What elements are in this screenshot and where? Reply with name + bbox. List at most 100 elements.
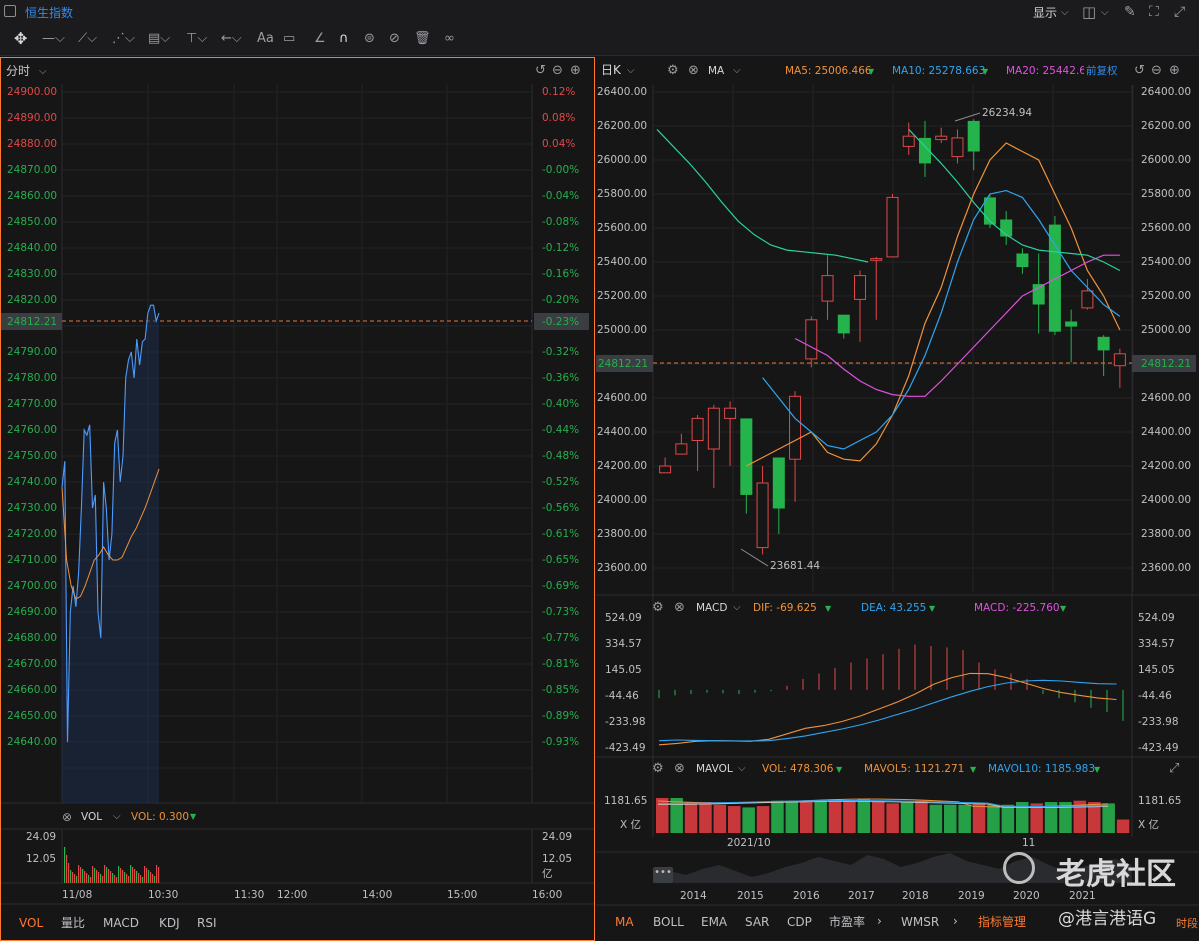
ma-title[interactable]: MA xyxy=(708,65,724,77)
trend-tool-icon[interactable]: ⟋⌵ xyxy=(78,31,97,47)
panel-toggle-icon[interactable] xyxy=(4,5,16,17)
pct-axis-label: -0.12% xyxy=(542,242,580,254)
volume-bar xyxy=(1001,804,1015,833)
tab-time-period[interactable]: 时段 xyxy=(1176,917,1198,931)
lock-drawing-icon[interactable]: ⊜ xyxy=(364,31,375,47)
angle-tool-icon[interactable]: ∠ xyxy=(314,31,326,47)
tab-pe-ratio[interactable]: 市盈率 xyxy=(829,915,865,929)
time-label: 16:00 xyxy=(532,889,563,901)
high-annotation: 26234.94 xyxy=(982,107,1033,119)
trash-icon[interactable]: 🗑 xyxy=(414,31,431,47)
macd-title[interactable]: MACD xyxy=(696,602,727,614)
tab-cdp[interactable]: CDP xyxy=(787,915,812,929)
tab-macd[interactable]: MACD xyxy=(103,916,139,930)
macd-axis-label: 145.05 xyxy=(605,664,642,676)
chevron-down-icon[interactable]: ⌵ xyxy=(1061,5,1069,21)
tab-ema[interactable]: EMA xyxy=(701,915,727,929)
text-tool-icon[interactable]: Aa xyxy=(257,31,274,47)
volume-bar xyxy=(771,800,784,833)
daily-chart[interactable] xyxy=(596,57,1199,941)
window-title[interactable]: 恒生指数 xyxy=(25,6,73,20)
comment-tool-icon[interactable]: ▭ xyxy=(283,31,295,47)
chevron-down-icon[interactable]: ⌵ xyxy=(733,63,741,79)
macd-axis-label-right: -233.98 xyxy=(1138,716,1179,728)
tab-rsi[interactable]: RSI xyxy=(197,916,217,930)
daily-current-price-left: 24812.21 xyxy=(598,358,649,370)
vol-title[interactable]: VOL xyxy=(81,811,102,823)
pct-axis-label: -0.77% xyxy=(542,632,580,644)
fullscreen-icon[interactable]: ⛶ xyxy=(1149,4,1159,20)
chevron-down-icon[interactable]: ⌵ xyxy=(733,600,741,616)
candle-body xyxy=(821,275,834,302)
intraday-chart[interactable] xyxy=(1,58,594,940)
tab-sar[interactable]: SAR xyxy=(745,915,769,929)
pct-axis-label: -0.48% xyxy=(542,450,580,462)
mavol-title[interactable]: MAVOL xyxy=(696,763,733,775)
reset-icon[interactable]: ↺ xyxy=(1134,63,1145,79)
intraday-panel: 分时 ⌵ ↺ ⊖ ⊕ 24900.00 24890.00 24880.00 24870… xyxy=(0,57,595,941)
volume-bar xyxy=(74,874,76,883)
volume-bar xyxy=(98,872,100,883)
pct-axis-label: -0.61% xyxy=(542,528,580,540)
settings-gear-icon[interactable]: ⚙ xyxy=(667,63,679,79)
fib-tool-icon[interactable]: ▤⌵ xyxy=(148,31,170,47)
expand-icon[interactable]: ⤢ xyxy=(1174,4,1185,20)
tab-ma[interactable]: MA xyxy=(615,915,634,929)
settings-gear-icon[interactable]: ⚙ xyxy=(652,761,664,777)
navigator-handle[interactable]: ••• xyxy=(653,867,673,883)
volume-bar xyxy=(82,869,84,883)
tab-vol[interactable]: VOL xyxy=(19,916,43,930)
volume-bar xyxy=(814,800,827,833)
line-tool-icon[interactable]: —⌵ xyxy=(42,31,65,47)
volume-bar xyxy=(110,871,112,883)
daily-period-label[interactable]: 日K xyxy=(601,63,621,77)
year-label: 2014 xyxy=(680,890,707,902)
price-axis-label: 24640.00 xyxy=(7,736,58,748)
crosshair-move-icon[interactable]: ✥ xyxy=(14,31,27,47)
volume-bar xyxy=(124,872,126,883)
zoom-in-icon[interactable]: ⊕ xyxy=(1169,63,1180,79)
adjust-toggle[interactable]: 前复权 xyxy=(1084,65,1118,77)
hide-drawing-icon[interactable]: ⊘ xyxy=(389,31,400,47)
volume-bar xyxy=(112,873,114,883)
price-axis-label-right: 23600.00 xyxy=(1141,562,1192,574)
arrow-tool-icon[interactable]: ←⌵ xyxy=(221,31,242,47)
measure-tool-icon[interactable]: ⊤⌵ xyxy=(186,31,207,47)
pen-icon[interactable]: ✎ xyxy=(1124,4,1136,20)
settings-gear-icon[interactable]: ⚙ xyxy=(652,600,664,616)
tab-indicator-manage[interactable]: 指标管理 xyxy=(978,915,1026,929)
candle-body xyxy=(756,482,769,549)
chevron-right-icon[interactable]: › xyxy=(877,914,882,928)
close-indicator-icon[interactable]: ⊗ xyxy=(62,809,72,825)
tab-wmsr[interactable]: WMSR xyxy=(901,915,939,929)
link-icon[interactable]: ∞ xyxy=(444,31,455,47)
high-leader xyxy=(954,112,981,122)
price-axis-label: 24750.00 xyxy=(7,450,58,462)
display-dropdown[interactable]: 显示 xyxy=(1033,6,1057,20)
chevron-down-icon[interactable]: ⌵ xyxy=(627,63,635,79)
candle-body xyxy=(902,135,915,147)
volume-bar xyxy=(800,802,813,833)
tab-boll[interactable]: BOLL xyxy=(653,915,684,929)
chevron-right-icon[interactable]: › xyxy=(953,914,958,928)
volume-bar xyxy=(70,870,72,883)
volume-bar xyxy=(128,876,130,883)
layout-icon[interactable]: ◫ xyxy=(1082,4,1096,20)
zoom-out-icon[interactable]: ⊖ xyxy=(1151,63,1162,79)
volume-bar xyxy=(134,869,136,883)
tab-volume-ratio[interactable]: 量比 xyxy=(61,916,85,930)
price-axis-label: 25600.00 xyxy=(597,222,648,234)
close-indicator-icon[interactable]: ⊗ xyxy=(688,63,699,79)
price-axis-label-right: 25600.00 xyxy=(1141,222,1192,234)
chevron-down-icon[interactable]: ⌵ xyxy=(738,761,746,777)
volume-bar xyxy=(1116,819,1130,833)
polyline-tool-icon[interactable]: ⋰⌵ xyxy=(112,31,135,47)
tab-kdj[interactable]: KDJ xyxy=(159,916,180,930)
magnet-icon[interactable]: ∩ xyxy=(339,31,349,47)
caret-down-icon: ▼ xyxy=(836,765,843,774)
chevron-down-icon[interactable]: ⌵ xyxy=(1101,5,1109,21)
chevron-down-icon[interactable]: ⌵ xyxy=(113,809,121,825)
close-indicator-icon[interactable]: ⊗ xyxy=(674,600,685,616)
expand-icon[interactable]: ⤢ xyxy=(1169,761,1179,777)
close-indicator-icon[interactable]: ⊗ xyxy=(674,761,685,777)
